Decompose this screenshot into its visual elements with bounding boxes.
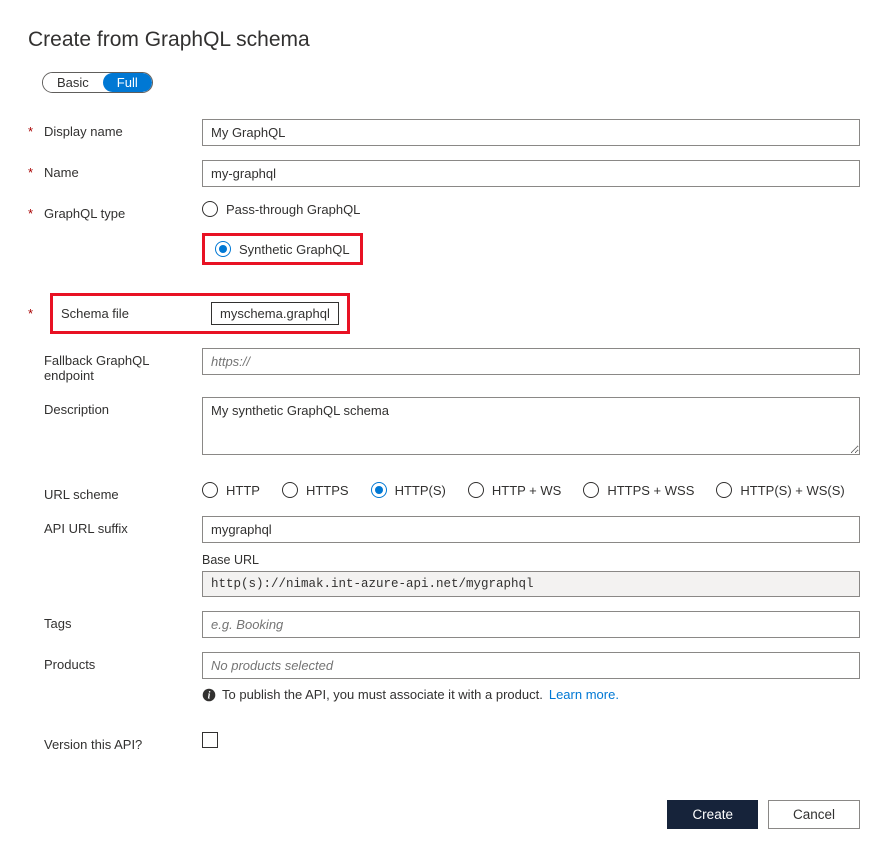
api-url-suffix-input[interactable] bbox=[202, 516, 860, 543]
base-url-label: Base URL bbox=[202, 553, 860, 567]
display-name-label: Display name bbox=[44, 124, 123, 139]
basic-full-toggle[interactable]: Basic Full bbox=[42, 72, 153, 93]
cancel-button[interactable]: Cancel bbox=[768, 800, 860, 829]
name-input[interactable] bbox=[202, 160, 860, 187]
radio-http-ws-label: HTTP + WS bbox=[492, 483, 561, 498]
schema-file-highlight: Schema file myschema.graphql bbox=[50, 293, 350, 334]
radio-passthrough-graphql[interactable] bbox=[202, 201, 218, 217]
required-indicator: * bbox=[28, 124, 34, 139]
page-title: Create from GraphQL schema bbox=[28, 28, 860, 52]
svg-text:i: i bbox=[208, 690, 211, 701]
radio-http-s-ws-s-label: HTTP(S) + WS(S) bbox=[740, 483, 844, 498]
base-url-value: http(s)://nimak.int-azure-api.net/mygrap… bbox=[202, 571, 860, 597]
radio-https-label: HTTPS bbox=[306, 483, 349, 498]
radio-http-s-label: HTTP(S) bbox=[395, 483, 446, 498]
info-icon: i bbox=[202, 688, 216, 702]
create-button[interactable]: Create bbox=[667, 800, 758, 829]
version-api-checkbox[interactable] bbox=[202, 732, 218, 748]
required-indicator: * bbox=[28, 306, 34, 321]
version-api-label: Version this API? bbox=[44, 737, 142, 752]
radio-synthetic-label: Synthetic GraphQL bbox=[239, 242, 350, 257]
radio-http-s-ws-s[interactable] bbox=[716, 482, 732, 498]
schema-file-label: Schema file bbox=[61, 306, 181, 321]
radio-http-ws[interactable] bbox=[468, 482, 484, 498]
radio-https-wss-label: HTTPS + WSS bbox=[607, 483, 694, 498]
products-label: Products bbox=[44, 657, 95, 672]
required-indicator: * bbox=[28, 165, 34, 180]
radio-http[interactable] bbox=[202, 482, 218, 498]
radio-https[interactable] bbox=[282, 482, 298, 498]
tags-label: Tags bbox=[44, 616, 71, 631]
display-name-input[interactable] bbox=[202, 119, 860, 146]
api-url-suffix-label: API URL suffix bbox=[44, 521, 128, 536]
toggle-basic[interactable]: Basic bbox=[43, 73, 103, 92]
radio-synthetic-graphql[interactable] bbox=[215, 241, 231, 257]
radio-https-wss[interactable] bbox=[583, 482, 599, 498]
products-info-text: To publish the API, you must associate i… bbox=[222, 687, 543, 702]
description-label: Description bbox=[44, 402, 109, 417]
tags-input[interactable] bbox=[202, 611, 860, 638]
description-input[interactable]: My synthetic GraphQL schema bbox=[202, 397, 860, 455]
fallback-endpoint-input[interactable] bbox=[202, 348, 860, 375]
toggle-full[interactable]: Full bbox=[103, 73, 152, 92]
name-label: Name bbox=[44, 165, 79, 180]
schema-file-chip[interactable]: myschema.graphql bbox=[211, 302, 339, 325]
radio-http-s[interactable] bbox=[371, 482, 387, 498]
required-indicator: * bbox=[28, 206, 34, 221]
fallback-endpoint-label: Fallback GraphQL endpoint bbox=[44, 353, 202, 383]
learn-more-link[interactable]: Learn more. bbox=[549, 687, 619, 702]
graphql-type-label: GraphQL type bbox=[44, 206, 125, 221]
radio-passthrough-label: Pass-through GraphQL bbox=[226, 202, 360, 217]
synthetic-graphql-highlight: Synthetic GraphQL bbox=[202, 233, 363, 265]
radio-http-label: HTTP bbox=[226, 483, 260, 498]
url-scheme-label: URL scheme bbox=[44, 487, 119, 502]
products-input[interactable] bbox=[202, 652, 860, 679]
